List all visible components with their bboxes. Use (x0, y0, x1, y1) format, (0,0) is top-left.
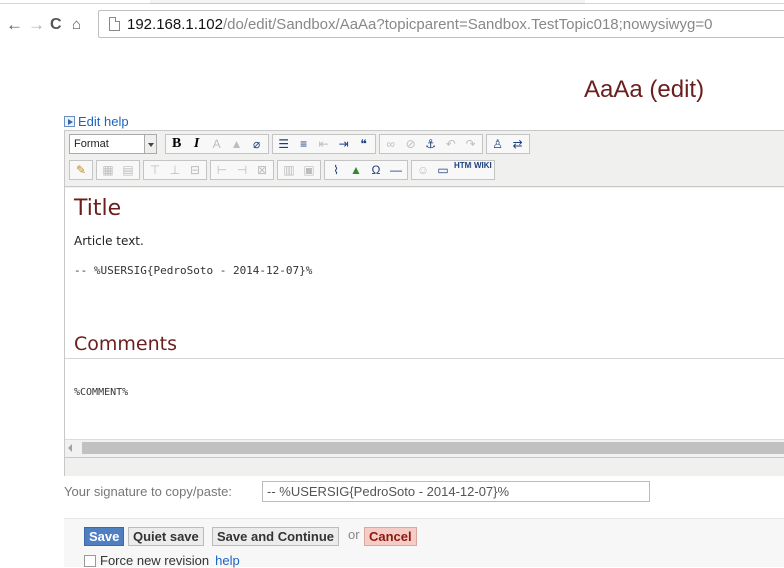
unlink-icon[interactable]: ⊘ (402, 135, 420, 153)
edit-help-link[interactable]: Edit help (78, 114, 129, 129)
chevron-down-icon[interactable] (144, 135, 156, 153)
indent-icon[interactable]: ⇥ (335, 135, 353, 153)
delete-row-icon[interactable]: ⊟ (186, 161, 204, 179)
page-icon (109, 17, 120, 31)
content-article-text[interactable]: Article text. (74, 234, 144, 248)
toolbar-group: ♙ ⇄ (485, 134, 530, 154)
cancel-button[interactable]: Cancel (364, 527, 417, 546)
editor-content[interactable]: Title Article text. -- %USERSIG{PedroSot… (65, 188, 784, 439)
scroll-left-arrow-icon[interactable] (68, 444, 72, 452)
delete-col-icon[interactable]: ⊠ (253, 161, 271, 179)
force-revision-checkbox[interactable] (84, 555, 96, 567)
action-bar: Save Quiet save Save and Continue or Can… (64, 518, 784, 568)
bold-icon[interactable]: B (168, 135, 186, 153)
outdent-icon[interactable]: ⇤ (315, 135, 333, 153)
edit-help-toggle[interactable]: Edit help (64, 114, 129, 129)
scrollbar-thumb[interactable] (82, 442, 784, 454)
forward-arrow-icon[interactable]: → (28, 16, 45, 33)
url-host: 192.168.1.102 (127, 16, 223, 33)
toolbar-group: ☺▭HTMLWIKI TEXT (411, 160, 495, 180)
redo-icon[interactable]: ↷ (462, 135, 480, 153)
toolbar-group: ▦ ▤ (96, 160, 140, 180)
row-before-icon[interactable]: ⊤ (146, 161, 164, 179)
save-button[interactable]: Save (84, 527, 125, 546)
link-icon[interactable]: ∞ (382, 135, 400, 153)
smiley-icon[interactable]: ☺ (414, 161, 432, 179)
editor-statusbar (65, 457, 784, 476)
format-select-label: Format (74, 138, 109, 150)
force-revision-label[interactable]: Force new revision (100, 553, 209, 568)
table-icon[interactable]: ▦ (99, 161, 117, 179)
wysiwyg-editor: Format B I A ▲ ⌀ ☰ ≡ ⇤ ⇥ ❝ ∞ ⊘ ⚓ ↶ ↷ ♙ ⇄ ✎ ▦ ▤ ⊤ ⊥ ⊟ ⊢ ⊣ ⊠ ▥ ▣ ⌇ ▲ Ω —… (64, 130, 784, 476)
divider (65, 358, 784, 359)
toolbar-row-2: ✎▦▤⊤⊥⊟⊢⊣⊠▥▣⌇▲Ω—☺▭HTMLWIKI TEXT (69, 160, 498, 182)
row-after-icon[interactable]: ⊥ (166, 161, 184, 179)
save-and-continue-button[interactable]: Save and Continue (212, 527, 340, 546)
reload-icon[interactable]: C (50, 16, 62, 33)
replace-icon[interactable]: ⇄ (509, 135, 527, 153)
expand-triangle-icon[interactable] (64, 116, 75, 127)
back-arrow-icon[interactable]: ← (6, 16, 23, 33)
highlight-icon[interactable]: ▲ (228, 135, 246, 153)
content-heading-comments[interactable]: Comments (74, 333, 177, 355)
content-signature[interactable]: -- %USERSIG{PedroSoto - 2014-12-07}% (74, 264, 312, 277)
signature-field[interactable] (262, 481, 650, 502)
attach-icon[interactable]: ⌇ (327, 161, 345, 179)
find-icon[interactable]: ♙ (489, 135, 507, 153)
active-tab-fragment[interactable] (150, 0, 585, 4)
quiet-save-button[interactable]: Quiet save (128, 527, 204, 546)
content-heading-title[interactable]: Title (74, 196, 121, 221)
format-select[interactable]: Format (69, 134, 157, 154)
horizontal-scrollbar[interactable] (65, 439, 784, 456)
force-revision-row: Force new revision help (84, 553, 240, 568)
wiki-text-icon[interactable]: WIKI TEXT (474, 161, 492, 179)
edit-source-icon[interactable]: ✎ (72, 161, 90, 179)
signature-label: Your signature to copy/paste: (64, 484, 232, 499)
italic-icon[interactable]: I (188, 135, 206, 153)
toolbar-group: ∞ ⊘ ⚓ ↶ ↷ (378, 134, 483, 154)
toolbar-group: B I A ▲ ⌀ (164, 134, 269, 154)
text-color-icon[interactable]: A (208, 135, 226, 153)
help-link[interactable]: help (215, 553, 240, 568)
table-props-icon[interactable]: ▤ (119, 161, 137, 179)
tab-strip (0, 0, 784, 4)
anchor-icon[interactable]: ⚓ (422, 135, 440, 153)
eraser-icon[interactable]: ⌀ (248, 135, 266, 153)
or-separator: or (348, 527, 360, 542)
address-url[interactable]: 192.168.1.102/do/edit/Sandbox/AaAa?topic… (127, 16, 712, 33)
content-comment-macro[interactable]: %COMMENT% (74, 387, 128, 398)
toolbar-group: ☰ ≡ ⇤ ⇥ ❝ (271, 134, 376, 154)
toolbar-group: ▥ ▣ (277, 160, 321, 180)
toolbar-group: ⊢ ⊣ ⊠ (210, 160, 274, 180)
toolbar-row-1: Format B I A ▲ ⌀ ☰ ≡ ⇤ ⇥ ❝ ∞ ⊘ ⚓ ↶ ↷ ♙ ⇄ (69, 134, 533, 156)
home-icon[interactable]: ⌂ (72, 16, 81, 33)
url-path: /do/edit/Sandbox/AaAa?topicparent=Sandbo… (222, 16, 713, 33)
browser-chrome: ← → C ⌂ 192.168.1.102/do/edit/Sandbox/Aa… (0, 0, 784, 40)
address-bar[interactable]: 192.168.1.102/do/edit/Sandbox/AaAa?topic… (98, 10, 784, 38)
page-title: AaAa (edit) (584, 76, 705, 103)
col-after-icon[interactable]: ⊣ (233, 161, 251, 179)
numbered-list-icon[interactable]: ≡ (295, 135, 313, 153)
undo-icon[interactable]: ↶ (442, 135, 460, 153)
toolbar-group: ⌇ ▲ Ω — (324, 160, 408, 180)
col-before-icon[interactable]: ⊢ (213, 161, 231, 179)
editor-toolbar: Format B I A ▲ ⌀ ☰ ≡ ⇤ ⇥ ❝ ∞ ⊘ ⚓ ↶ ↷ ♙ ⇄ ✎ ▦ ▤ ⊤ ⊥ ⊟ ⊢ ⊣ ⊠ ▥ ▣ ⌇ ▲ Ω —… (65, 131, 784, 187)
html-icon[interactable]: HTML (454, 161, 472, 179)
split-cell-icon[interactable]: ▥ (280, 161, 298, 179)
fullscreen-icon[interactable]: ▭ (434, 161, 452, 179)
special-char-icon[interactable]: Ω (367, 161, 385, 179)
toolbar-group: ✎ (69, 160, 93, 180)
insert-image-icon[interactable]: ▲ (347, 161, 365, 179)
toolbar-group: ⊤ ⊥ ⊟ (143, 160, 207, 180)
blockquote-icon[interactable]: ❝ (355, 135, 373, 153)
horizontal-rule-icon[interactable]: — (387, 161, 405, 179)
bullet-list-icon[interactable]: ☰ (275, 135, 293, 153)
merge-cells-icon[interactable]: ▣ (300, 161, 318, 179)
